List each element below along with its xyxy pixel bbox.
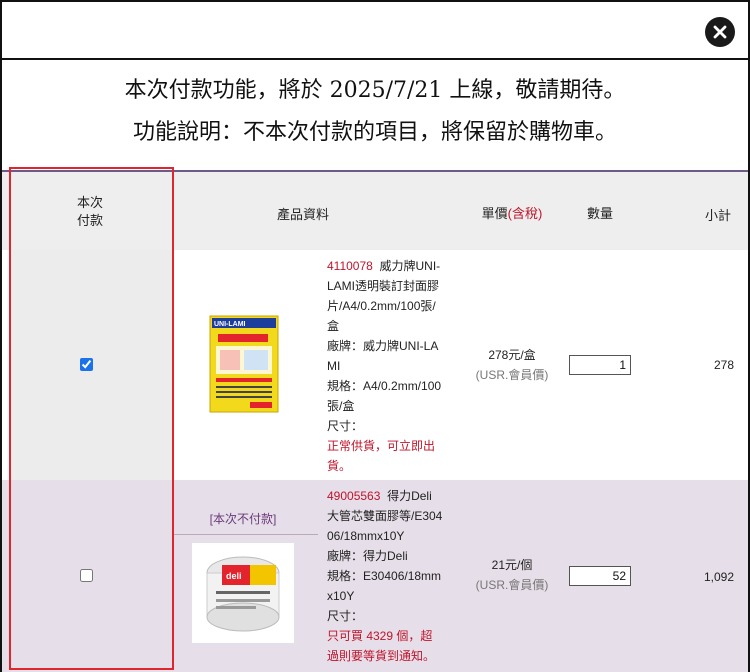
pay-now-checkbox[interactable]	[80, 358, 93, 371]
stock-status: 正常供貨，可立即出貨。	[327, 439, 436, 473]
payment-dialog: 本次付款功能，將於 2025/7/21 上線，敬請期待。 功能說明：不本次付款的…	[0, 0, 750, 672]
member-price-note: (USR.會員價)	[475, 578, 549, 592]
header-unit-price: 單價(含稅)	[481, 206, 543, 221]
dialog-header	[2, 2, 748, 60]
header-product-info: 產品資料	[276, 207, 329, 222]
launch-notice: 本次付款功能，將於 2025/7/21 上線，敬請期待。 功能說明：不本次付款的…	[2, 60, 748, 170]
product-brand: 廠牌：得力Deli	[327, 549, 408, 563]
product-spec: 規格：A4/0.2mm/100張/盒	[327, 379, 442, 413]
close-icon	[713, 25, 727, 39]
row-subtotal: 1,092	[703, 570, 734, 584]
member-price-note: (USR.會員價)	[475, 368, 549, 382]
cell-divider	[172, 534, 318, 535]
not-paying-tag: [本次不付款]	[209, 512, 277, 526]
product-code[interactable]: 4110078	[327, 259, 373, 273]
table-row: [本次不付款] deli 49005563 得力Deli大管芯雙面膠等/E304…	[2, 480, 748, 672]
unit-price: 21元/個 (USR.會員價)	[464, 555, 560, 595]
product-size: 尺寸：	[327, 419, 364, 433]
quantity-input[interactable]	[569, 566, 631, 586]
table-row: UNI-LAMI 4110078 威力牌UNI-LAMI透明裝訂封面膠片/A4/…	[2, 250, 748, 480]
close-button[interactable]	[705, 17, 735, 47]
product-code[interactable]: 49005563	[327, 489, 380, 503]
product-brand: 廠牌：威力牌UNI-LAMI	[327, 339, 439, 373]
product-image[interactable]: deli	[192, 543, 294, 643]
notice-line-2: 功能說明：不本次付款的項目，將保留於購物車。	[132, 120, 617, 145]
product-size: 尺寸：	[327, 609, 364, 623]
header-pay-now: 本次 付款	[76, 195, 103, 228]
unit-price: 278元/盒 (USR.會員價)	[464, 345, 560, 385]
product-image[interactable]: UNI-LAMI	[178, 314, 316, 414]
svg-text:UNI-LAMI: UNI-LAMI	[214, 321, 246, 328]
quantity-input[interactable]	[569, 355, 631, 375]
table-header: 本次 付款 產品資料 單價(含稅) 數量 小計	[2, 172, 748, 250]
header-quantity: 數量	[586, 206, 613, 221]
header-subtotal: 小計	[704, 208, 731, 223]
row-subtotal: 278	[713, 358, 734, 372]
product-spec: 規格：E30406/18mmx10Y	[327, 569, 442, 603]
product-info: 49005563 得力Deli大管芯雙面膠等/E30406/18mmx10Y 廠…	[327, 486, 443, 666]
notice-line-1: 本次付款功能，將於 2025/7/21 上線，敬請期待。	[124, 78, 626, 103]
pay-now-checkbox[interactable]	[80, 569, 93, 582]
deli-logo-text: deli	[226, 571, 242, 581]
stock-status: 只可買 4329 個，超過則要等貨到通知。	[327, 629, 436, 663]
product-info: 4110078 威力牌UNI-LAMI透明裝訂封面膠片/A4/0.2mm/100…	[327, 256, 443, 476]
